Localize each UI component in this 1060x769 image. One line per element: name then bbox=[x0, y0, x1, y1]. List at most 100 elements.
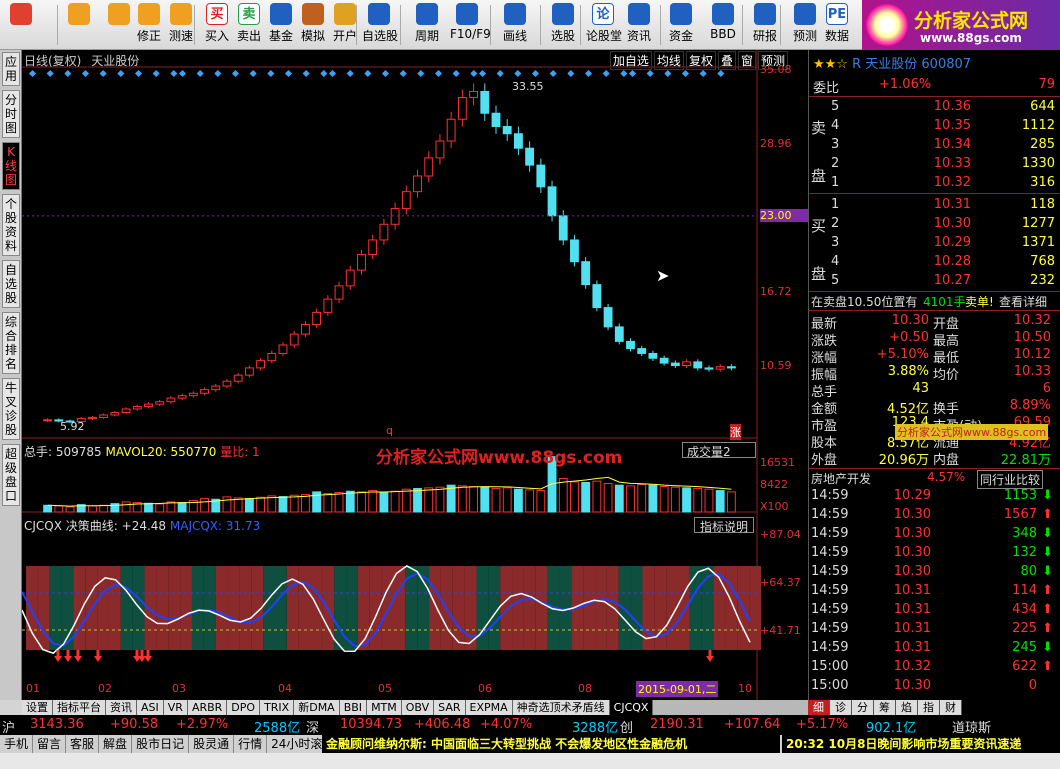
buy-arrow-icon bbox=[144, 650, 152, 662]
toolbar-bbd-button[interactable]: ■ BBD bbox=[706, 3, 740, 47]
toolbar-forecast-button[interactable]: ■ 预测 bbox=[788, 3, 822, 47]
toolbar-data-button[interactable]: PE 数据 bbox=[820, 3, 854, 47]
indicator-tab-资讯[interactable]: 资讯 bbox=[106, 700, 137, 715]
toolbar-buy-button[interactable]: 买买入 bbox=[200, 3, 234, 47]
toolbar-pen-button[interactable]: ■ 画线 bbox=[498, 3, 532, 47]
chart-btn-3[interactable]: 叠 bbox=[717, 51, 736, 70]
left-tab-1[interactable]: 分 时 图 bbox=[2, 90, 20, 138]
signal-diamond bbox=[178, 69, 187, 78]
indicator-tab-EXPMA[interactable]: EXPMA bbox=[465, 700, 513, 715]
indicator-band bbox=[535, 566, 548, 650]
volume-bar bbox=[648, 484, 658, 513]
right-tab-3[interactable]: 筹 bbox=[874, 700, 896, 715]
indicator-tab-TRIX[interactable]: TRIX bbox=[260, 700, 295, 715]
left-tab-7[interactable]: 超 级 盘 口 bbox=[2, 444, 20, 506]
hammer-icon: ■ bbox=[302, 3, 324, 25]
indicator-tab-CJCQX[interactable]: CJCQX bbox=[609, 700, 654, 715]
indicator-tab-ARBR[interactable]: ARBR bbox=[187, 700, 228, 715]
indicator-tab-BBI[interactable]: BBI bbox=[339, 700, 368, 715]
toolbar-grid-button[interactable]: ■ bbox=[4, 3, 38, 47]
right-tab-4[interactable]: 焰 bbox=[896, 700, 918, 715]
toolbar-back-arrow-button[interactable]: ■ bbox=[62, 3, 96, 47]
volume-bar bbox=[222, 496, 232, 513]
candle-body bbox=[491, 112, 501, 127]
divider-line bbox=[809, 96, 1060, 97]
volume-bar bbox=[144, 502, 153, 513]
toolbar-separator bbox=[580, 5, 581, 45]
chart-btn-1[interactable]: 均线 bbox=[653, 51, 684, 70]
index-cy: 创 bbox=[620, 721, 634, 736]
function-tab-2[interactable]: 客服 bbox=[66, 735, 100, 753]
right-tab-1[interactable]: 诊 bbox=[830, 700, 852, 715]
indicator-band bbox=[310, 566, 323, 650]
right-tab-2[interactable]: 分 bbox=[852, 700, 874, 715]
stat-value: +5.10% bbox=[876, 347, 929, 362]
toolbar-clock-button[interactable]: ■ 测速 bbox=[164, 3, 198, 47]
order-volume: 1277 bbox=[1021, 216, 1055, 231]
indicator-band bbox=[595, 566, 607, 650]
toolbar-forum-button[interactable]: 论论股堂 bbox=[586, 3, 622, 47]
news-clock[interactable]: 20:32 10月8日晚间影响市场重要资讯速递 bbox=[782, 735, 1060, 753]
candle-body bbox=[446, 118, 456, 142]
indicator-tab-指标平台[interactable]: 指标平台 bbox=[53, 700, 106, 715]
toolbar-label: F10/F9 bbox=[450, 27, 491, 41]
left-tab-3[interactable]: 个 股 资 料 bbox=[2, 194, 20, 256]
notice-row: 在卖盘10.50位置有 4101手 卖单! 查看详细 bbox=[809, 292, 1060, 311]
toolbar-star-button[interactable]: ■ 自选股 bbox=[362, 3, 398, 47]
indicator-tab-VR[interactable]: VR bbox=[163, 700, 188, 715]
right-tab-0[interactable]: 细 bbox=[808, 700, 830, 715]
right-tab-5[interactable]: 指 bbox=[918, 700, 940, 715]
toolbar-capital-button[interactable]: ■ 资金 bbox=[664, 3, 698, 47]
indicator-tab-MTM[interactable]: MTM bbox=[367, 700, 402, 715]
toolbar-fund-button[interactable]: ■ 基金 bbox=[264, 3, 298, 47]
volume-type-dropdown[interactable]: 成交量2 bbox=[682, 442, 756, 459]
toolbar-up-down-button[interactable]: ■ bbox=[102, 3, 136, 47]
index-sz_c: +406.48 bbox=[414, 717, 471, 732]
indicator-tab-新DMA[interactable]: 新DMA bbox=[294, 700, 340, 715]
indicator-tab-OBV[interactable]: OBV bbox=[401, 700, 435, 715]
function-tab-5[interactable]: 股灵通 bbox=[189, 735, 235, 753]
function-tab-6[interactable]: 行情 bbox=[234, 735, 268, 753]
kline-chart-panel[interactable]: 日线(复权) 天业股份 加自选 均线 复权叠窗预测 总手: 509785 MAVOL… bbox=[22, 50, 808, 700]
toolbar-label: 修正 bbox=[136, 29, 161, 43]
toolbar-f10-button[interactable]: ■ F10/F9 bbox=[450, 3, 491, 47]
function-tab-0[interactable]: 手机 bbox=[0, 735, 34, 753]
toolbar-clock-cycle-button[interactable]: ■ 周期 bbox=[410, 3, 444, 47]
indicator-tab-DPO[interactable]: DPO bbox=[227, 700, 261, 715]
left-tab-0[interactable]: 应 用 bbox=[2, 52, 20, 86]
left-tab-2[interactable]: K 线 图 bbox=[2, 142, 20, 190]
function-tab-3[interactable]: 解盘 bbox=[99, 735, 133, 753]
toolbar-news-button[interactable]: ■ 资讯 bbox=[622, 3, 656, 47]
volume-bar bbox=[357, 491, 366, 513]
volume-bar bbox=[54, 505, 64, 513]
chart-btn-4[interactable]: 窗 bbox=[737, 51, 756, 70]
price-axis-label: 23.00 bbox=[760, 208, 808, 222]
signal-diamond bbox=[99, 69, 107, 78]
sell-icon: 卖 bbox=[238, 3, 260, 25]
indicator-tab-SAR[interactable]: SAR bbox=[434, 700, 466, 715]
candle-body bbox=[368, 239, 378, 255]
indicator-help-button[interactable]: 指标说明 bbox=[694, 517, 754, 534]
toolbar-research-button[interactable]: ■ 研报 bbox=[748, 3, 782, 47]
function-tab-4[interactable]: 股市日记 bbox=[132, 735, 190, 753]
notice-link[interactable]: 查看详细 bbox=[999, 293, 1047, 310]
left-tab-5[interactable]: 综 合 排 名 bbox=[2, 312, 20, 374]
chart-btn-2[interactable]: 复权 bbox=[685, 51, 716, 70]
left-tab-6[interactable]: 牛 叉 诊 股 bbox=[2, 378, 20, 440]
toolbar-sell-button[interactable]: 卖卖出 bbox=[232, 3, 266, 47]
indicator-tab-设置[interactable]: 设置 bbox=[22, 700, 53, 715]
toolbar-hammer-button[interactable]: ■ 模拟 bbox=[296, 3, 330, 47]
left-tab-4[interactable]: 自 选 股 bbox=[2, 260, 20, 308]
indicator-band bbox=[239, 566, 252, 650]
toolbar-select-button[interactable]: ■ 选股 bbox=[546, 3, 580, 47]
toolbar-recycle-button[interactable]: ■ 修正 bbox=[132, 3, 166, 47]
volume-mavol: MAVOL20: 550770 bbox=[105, 445, 217, 459]
signal-diamond bbox=[46, 69, 54, 78]
indicator-band bbox=[381, 566, 394, 650]
news-marquee[interactable]: 金融顾问维纳尔斯: 中国面临三大转型挑战 不会爆发地区性金融危机 bbox=[322, 735, 780, 753]
indicator-tab-ASI[interactable]: ASI bbox=[137, 700, 164, 715]
indicator-tab-神奇选顶术矛盾线[interactable]: 神奇选顶术矛盾线 bbox=[512, 700, 610, 715]
function-tab-1[interactable]: 留言 bbox=[33, 735, 67, 753]
right-tab-6[interactable]: 财 bbox=[940, 700, 962, 715]
chart-btn-0[interactable]: 加自选 bbox=[609, 51, 652, 70]
